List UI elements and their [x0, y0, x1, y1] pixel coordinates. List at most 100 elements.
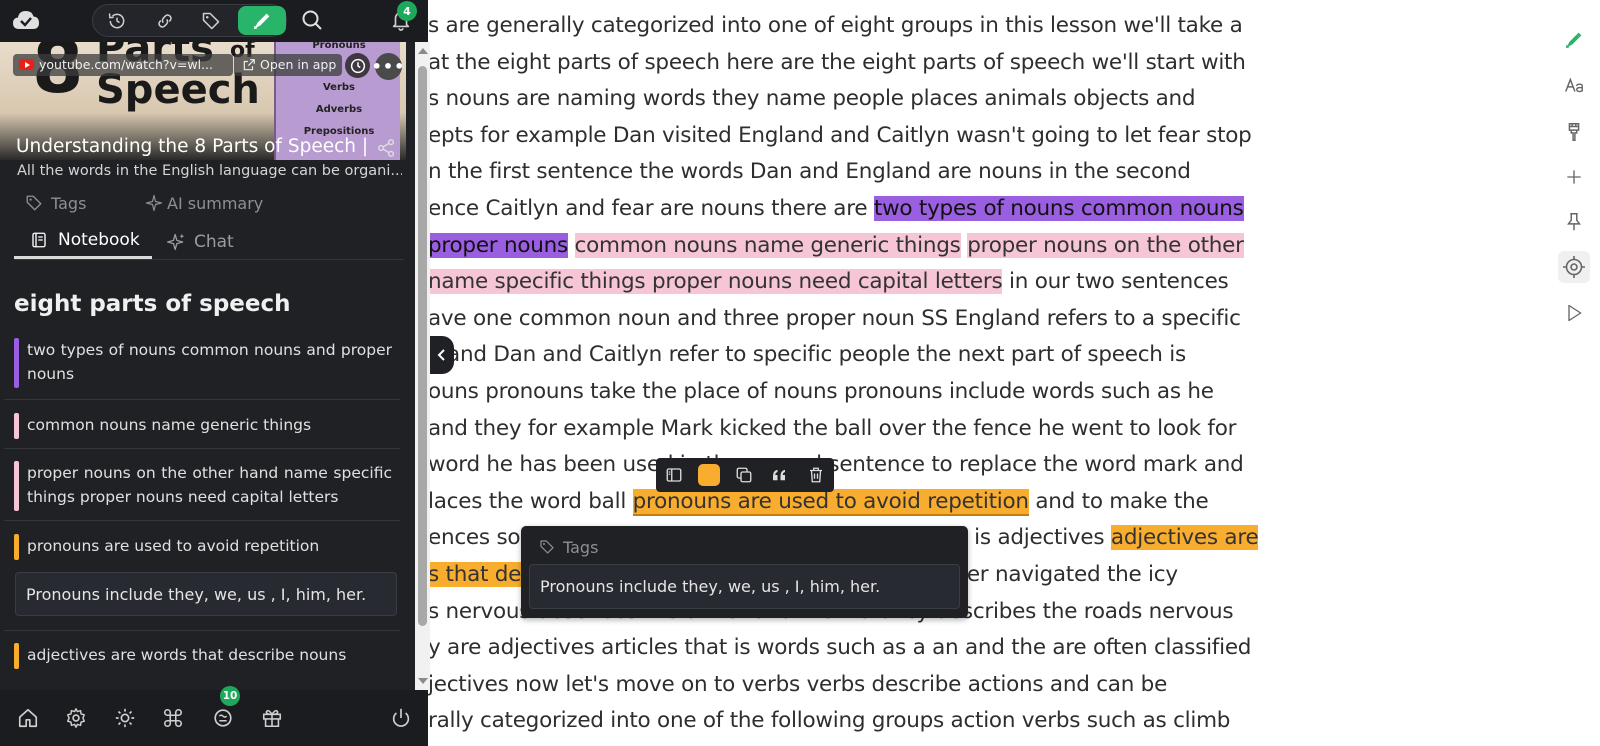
plus-icon[interactable]	[1558, 161, 1590, 193]
notebook-title: eight parts of speech	[14, 291, 291, 317]
highlight-span[interactable]: name specific things proper nouns need c…	[428, 269, 1003, 295]
copy-icon[interactable]	[732, 463, 756, 487]
popover-comment-field[interactable]: Pronouns include they, we, us , I, him, …	[529, 564, 960, 609]
video-url-text: youtube.com/watch?v=wl...	[39, 57, 213, 72]
sidebar-scrollbar[interactable]	[415, 42, 430, 690]
external-link-icon	[242, 58, 256, 72]
tag-icon[interactable]	[197, 8, 225, 34]
note-item[interactable]: proper nouns on the other hand name spec…	[14, 461, 404, 511]
link-icon[interactable]	[151, 8, 179, 34]
collapse-sidebar-button[interactable]	[430, 336, 454, 374]
reader-text: n the first sentence the words Dan and E…	[428, 159, 1191, 185]
reader-text: and to make the	[1028, 488, 1209, 514]
youtube-icon	[19, 59, 34, 70]
highlight-span[interactable]: adjectives are	[1110, 525, 1259, 551]
open-in-app-button[interactable]: Open in app	[234, 54, 342, 76]
tab-notebook[interactable]: Notebook	[14, 224, 152, 259]
share-icon[interactable]	[376, 138, 396, 158]
reader-line: ouns pronouns take the place of nouns pr…	[428, 373, 1214, 410]
reader-line: ence Caitlyn and fear are nouns there ar…	[428, 190, 1244, 227]
highlight-span[interactable]: two types of nouns common nouns	[873, 196, 1244, 221]
highlight-span[interactable]: proper nouns	[428, 232, 568, 258]
note-text: two types of nouns common nouns and prop…	[27, 341, 392, 383]
cloud-check-icon[interactable]	[11, 7, 41, 35]
font-size-icon[interactable]	[1558, 70, 1590, 102]
note-color-bar	[14, 461, 19, 511]
target-icon[interactable]	[1558, 251, 1590, 283]
command-key-icon[interactable]	[159, 704, 187, 732]
reader-line: jectives now let's move on to verbs verb…	[428, 666, 1167, 703]
note-item[interactable]: adjectives are words that describe nouns	[14, 643, 404, 669]
video-url-link[interactable]: youtube.com/watch?v=wl...	[13, 54, 233, 76]
right-toolbar	[1548, 0, 1600, 746]
note-text: proper nouns on the other hand name spec…	[27, 464, 392, 506]
video-card: 8 Parts of Speech Pronouns Verbs Adverbs…	[0, 42, 406, 160]
sidebar-panel-icon[interactable]	[662, 463, 686, 487]
reader-line: y and Dan and Caitlyn refer to specific …	[428, 336, 1186, 373]
highlighter-pen-icon[interactable]	[1558, 24, 1590, 56]
popover-tags-button[interactable]: Tags	[539, 536, 598, 558]
more-options-icon[interactable]: •••	[372, 53, 404, 80]
sidebar-panel: 8 Parts of Speech Pronouns Verbs Adverbs…	[0, 0, 415, 746]
divider	[4, 399, 400, 400]
brush-icon[interactable]	[1558, 116, 1590, 148]
note-item[interactable]: common nouns name generic things	[14, 413, 404, 439]
reader-text: epts for example Dan visited England and…	[428, 122, 1252, 148]
gear-icon[interactable]	[62, 704, 90, 732]
notebook-icon	[30, 231, 48, 249]
popover-tags-label: Tags	[563, 537, 599, 557]
notification-badge: 4	[397, 1, 417, 21]
note-text: adjectives are words that describe nouns	[27, 646, 347, 664]
reader-line: y are adjectives articles that is words …	[428, 629, 1251, 666]
thumbnail-list-item: Verbs	[322, 82, 356, 93]
sparkle-icon	[166, 232, 186, 252]
note-item[interactable]: two types of nouns common nouns and prop…	[14, 338, 404, 388]
reader-text: s nouns are naming words they name peopl…	[428, 86, 1196, 112]
tab-chat[interactable]: Chat	[166, 224, 266, 259]
note-item[interactable]: pronouns are used to avoid repetition	[14, 534, 404, 560]
scroll-down-arrow-icon[interactable]	[418, 678, 428, 684]
open-in-app-label: Open in app	[260, 57, 337, 72]
reader-line: n the first sentence the words Dan and E…	[428, 153, 1191, 190]
search-icon[interactable]	[300, 8, 326, 34]
reader-line: s nouns are naming words they name peopl…	[428, 80, 1196, 117]
reader-text: at the eight parts of speech here are th…	[428, 49, 1246, 75]
trash-icon[interactable]	[804, 463, 828, 487]
history-icon[interactable]	[103, 8, 131, 34]
pin-icon[interactable]	[1558, 206, 1590, 238]
power-icon[interactable]	[387, 704, 415, 732]
reader-line: ave one common noun and three proper nou…	[428, 300, 1241, 337]
tab-notebook-label: Notebook	[58, 230, 140, 250]
video-description: All the words in the English language ca…	[17, 163, 402, 179]
scrollbar-thumb[interactable]	[418, 66, 427, 626]
tags-button[interactable]: Tags	[25, 192, 86, 214]
divider	[4, 630, 400, 631]
home-icon[interactable]	[14, 704, 42, 732]
quote-icon[interactable]	[767, 463, 791, 487]
highlight-span[interactable]: proper nouns on the other	[967, 232, 1244, 258]
highlighter-pen-button[interactable]	[238, 6, 286, 35]
highlight-color-swatch[interactable]	[698, 464, 720, 486]
play-icon[interactable]	[1558, 297, 1590, 329]
note-comment[interactable]: Pronouns include they, we, us , I, him, …	[15, 572, 397, 616]
note-text: pronouns are used to avoid repetition	[27, 537, 320, 555]
highlight-span[interactable]: pronouns are used to avoid repetition	[632, 488, 1029, 516]
highlight-popover: Tags Pronouns include they, we, us , I, …	[521, 526, 968, 618]
sun-icon[interactable]	[111, 704, 139, 732]
clock-icon[interactable]	[345, 53, 370, 78]
ai-summary-button[interactable]: AI summary	[145, 192, 263, 214]
community-icon[interactable]	[209, 704, 237, 732]
scroll-up-arrow-icon[interactable]	[418, 48, 428, 54]
reader-text: jectives now let's move on to verbs verb…	[428, 671, 1168, 697]
reader-line: proper nouns common nouns name generic t…	[428, 227, 1244, 264]
gift-icon[interactable]	[258, 704, 286, 732]
reader-line: s are generally categorized into one of …	[428, 7, 1243, 44]
reader-text: word he has been used in the second sent…	[428, 452, 1244, 478]
thumbnail-list-item: Pronouns	[312, 42, 366, 51]
sparkle-icon	[145, 194, 163, 212]
video-title: Understanding the 8 Parts of Speech | ..…	[16, 136, 376, 157]
highlight-span[interactable]: common nouns name generic things	[574, 232, 961, 258]
reader-line: word he has been used in the second sent…	[428, 446, 1244, 483]
note-color-bar	[14, 534, 19, 560]
tag-icon	[25, 194, 43, 212]
